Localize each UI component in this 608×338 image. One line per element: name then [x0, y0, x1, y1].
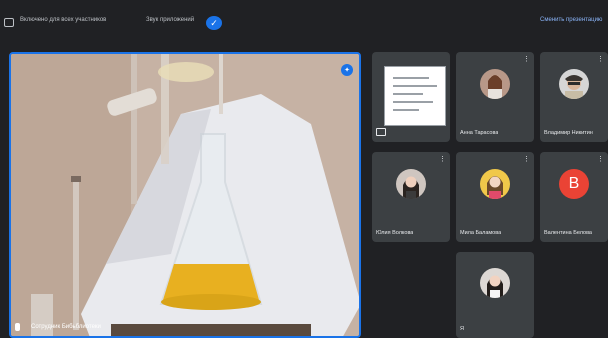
presentation-status-label: Включено для всех участников — [20, 17, 107, 23]
participant-name: Юлия Волкова — [376, 230, 414, 236]
participant-tile[interactable]: Я — [456, 252, 534, 338]
participant-tile[interactable]: ⋮ Анна Тарасова — [456, 52, 534, 142]
change-presentation-link[interactable]: Сменить презентацию — [540, 17, 602, 23]
more-vert-icon[interactable]: ⋮ — [597, 156, 604, 163]
participant-name: Мила Баламова — [460, 230, 502, 236]
participant-tile[interactable]: ⋮ Мила Баламова — [456, 152, 534, 242]
participant-tile[interactable]: ⋮ Юлия Волкова — [372, 152, 450, 242]
top-bar: Включено для всех участников Звук прилож… — [0, 0, 608, 44]
app-audio-label: Звук приложений — [146, 17, 195, 23]
participant-name: Анна Тарасова — [460, 130, 499, 136]
more-vert-icon[interactable]: ⋮ — [523, 56, 530, 63]
present-screen-icon — [4, 18, 14, 27]
mic-icon — [15, 323, 20, 331]
presentation-thumbnail — [384, 66, 446, 126]
participant-tile[interactable]: ⋮ Владимир Никитин — [540, 52, 608, 142]
participant-tile[interactable]: В ⋮ Валентина Белова — [540, 152, 608, 242]
lab-scene-image — [11, 54, 359, 336]
more-vert-icon[interactable]: ⋮ — [439, 156, 446, 163]
main-video-tile[interactable]: ✦ Сотрудник Бибьблиотеки — [9, 52, 361, 338]
participant-name: Я — [460, 326, 464, 332]
participant-name: Валентина Белова — [544, 230, 592, 236]
avatar — [559, 69, 589, 100]
more-vert-icon[interactable]: ⋮ — [523, 156, 530, 163]
avatar — [480, 267, 510, 298]
avatar — [480, 69, 510, 100]
check-icon: ✓ — [210, 17, 218, 28]
presentation-tile[interactable] — [372, 52, 450, 142]
avatar — [480, 169, 510, 200]
avatar: В — [559, 169, 589, 200]
participant-name: Владимир Никитин — [544, 130, 593, 136]
pin-icon: ✦ — [344, 66, 350, 74]
screen-share-icon — [376, 128, 386, 136]
app-audio-toggle[interactable]: ✓ — [206, 16, 222, 30]
pin-button[interactable]: ✦ — [341, 64, 353, 76]
avatar-letter: В — [568, 175, 580, 193]
more-vert-icon[interactable]: ⋮ — [597, 56, 604, 63]
avatar — [396, 169, 426, 200]
main-speaker-name: Сотрудник Бибьблиотеки — [31, 324, 101, 330]
